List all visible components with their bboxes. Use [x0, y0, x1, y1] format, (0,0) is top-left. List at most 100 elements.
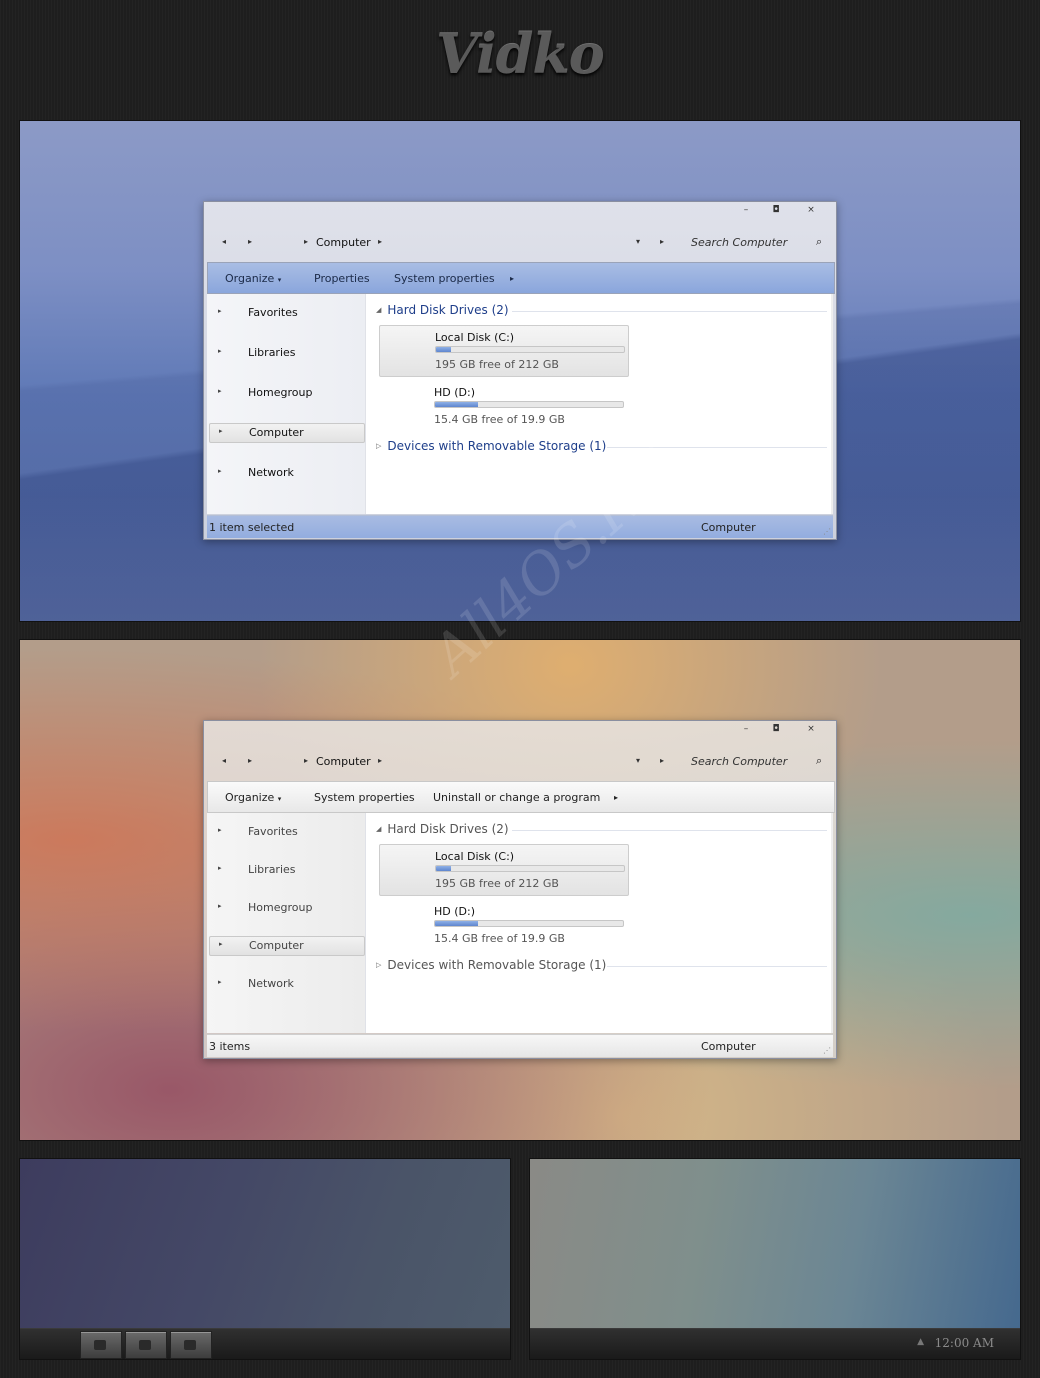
maximize-icon[interactable]: ◘ — [764, 204, 788, 216]
organize-button[interactable]: Organize ▾ — [225, 791, 281, 804]
expand-icon[interactable]: ▸ — [218, 467, 222, 475]
group-removable-storage[interactable]: ▷ Devices with Removable Storage (1) — [376, 439, 606, 453]
search-icon[interactable]: ⌕ — [816, 235, 822, 249]
breadcrumb-computer[interactable]: Computer — [316, 755, 371, 768]
drive-usage-bar — [434, 401, 624, 408]
scrollbar[interactable] — [831, 813, 833, 1033]
drive-free-space: 195 GB free of 212 GB — [435, 358, 559, 371]
group-hard-disk-drives[interactable]: ◢ Hard Disk Drives (2) — [376, 303, 509, 317]
drive-c[interactable]: Local Disk (C:) 195 GB free of 212 GB — [379, 844, 629, 896]
close-icon[interactable]: × — [799, 723, 823, 735]
sidebar-item-label: Homegroup — [248, 901, 313, 914]
expand-icon[interactable]: ▸ — [219, 427, 223, 435]
expand-icon[interactable]: ▸ — [218, 864, 222, 872]
desktop-preview-taskbar-left — [20, 1159, 510, 1359]
search-input[interactable]: Search Computer — [691, 755, 787, 768]
scrollbar[interactable] — [831, 294, 833, 514]
status-location: Computer — [701, 521, 756, 534]
status-selection: 1 item selected — [209, 521, 295, 534]
taskbar — [20, 1328, 510, 1359]
organize-button[interactable]: Organize ▾ — [225, 272, 281, 285]
taskbar-button[interactable] — [170, 1331, 212, 1359]
taskbar-button[interactable] — [80, 1331, 122, 1359]
navigation-pane: ▸ Favorites ▸ Libraries ▸ Homegroup ▸ Comput… — [207, 813, 366, 1033]
taskbar-clock[interactable]: 12:00 AM — [935, 1336, 994, 1350]
desktop-preview-pastel: – ◘ × ◂ ▸ ▸ Computer ▸ ▾ ▸ Search Comput… — [20, 640, 1020, 1140]
uninstall-program-button[interactable]: Uninstall or change a program — [433, 791, 600, 804]
close-icon[interactable]: × — [799, 204, 823, 216]
dropdown-icon[interactable]: ▾ — [636, 237, 640, 246]
page-title: Vidko — [436, 22, 605, 86]
breadcrumb-computer[interactable]: Computer — [316, 236, 371, 249]
sidebar-item-homegroup[interactable]: ▸ Homegroup — [209, 384, 363, 402]
status-bar: 3 items Computer ⋰ — [207, 1034, 833, 1057]
sidebar-item-label: Favorites — [248, 306, 298, 319]
properties-button[interactable]: Properties — [314, 272, 370, 285]
content-pane: ◢ Hard Disk Drives (2) Local Disk (C:) 19… — [367, 813, 833, 1033]
system-properties-button[interactable]: System properties — [394, 272, 495, 285]
explorer-body: ▸ Favorites ▸ Libraries ▸ Homegroup ▸ Comput… — [207, 813, 833, 1033]
status-bar: 1 item selected Computer ⋰ — [207, 515, 833, 538]
minimize-icon[interactable]: – — [734, 723, 758, 735]
organize-label: Organize — [225, 272, 275, 285]
sidebar-item-computer[interactable]: ▸ Computer — [209, 936, 365, 956]
expand-icon[interactable]: ▸ — [218, 902, 222, 910]
back-icon[interactable]: ◂ — [222, 237, 226, 246]
drive-usage-fill — [435, 921, 479, 926]
app-icon — [94, 1340, 106, 1350]
tray-expand-icon[interactable]: ▲ — [917, 1337, 924, 1347]
sidebar-item-favorites[interactable]: ▸ Favorites — [209, 304, 363, 322]
drive-name: HD (D:) — [434, 386, 475, 399]
expand-icon[interactable]: ▸ — [218, 307, 222, 315]
sidebar-item-computer[interactable]: ▸ Computer — [209, 423, 365, 443]
drive-name: Local Disk (C:) — [435, 331, 515, 344]
expand-icon[interactable]: ▸ — [218, 978, 222, 986]
resize-grip-icon[interactable]: ⋰ — [823, 1046, 831, 1055]
sidebar-item-network[interactable]: ▸ Network — [209, 464, 363, 482]
forward-icon[interactable]: ▸ — [248, 756, 252, 765]
group-hard-disk-drives[interactable]: ◢ Hard Disk Drives (2) — [376, 822, 509, 836]
breadcrumb-arrow-icon[interactable]: ▸ — [304, 237, 308, 246]
drive-usage-fill — [436, 347, 452, 352]
more-commands-icon[interactable]: ▸ — [614, 793, 618, 802]
breadcrumb-arrow-icon[interactable]: ▸ — [304, 756, 308, 765]
minimize-icon[interactable]: – — [734, 204, 758, 216]
explorer-window: – ◘ × ◂ ▸ ▸ Computer ▸ ▾ ▸ Search Comput… — [203, 201, 837, 540]
refresh-icon[interactable]: ▸ — [660, 237, 664, 246]
forward-icon[interactable]: ▸ — [248, 237, 252, 246]
drive-d[interactable]: HD (D:) 15.4 GB free of 19.9 GB — [379, 900, 627, 950]
sidebar-item-label: Libraries — [248, 863, 296, 876]
expand-icon[interactable]: ▸ — [218, 347, 222, 355]
organize-label: Organize — [225, 791, 275, 804]
breadcrumb-arrow-icon[interactable]: ▸ — [378, 756, 382, 765]
breadcrumb-arrow-icon[interactable]: ▸ — [378, 237, 382, 246]
back-icon[interactable]: ◂ — [222, 756, 226, 765]
sidebar-item-libraries[interactable]: ▸ Libraries — [209, 344, 363, 362]
app-icon — [139, 1340, 151, 1350]
maximize-icon[interactable]: ◘ — [764, 723, 788, 735]
drive-c[interactable]: Local Disk (C:) 195 GB free of 212 GB — [379, 325, 629, 377]
sidebar-item-libraries[interactable]: ▸ Libraries — [209, 861, 363, 879]
search-input[interactable]: Search Computer — [691, 236, 787, 249]
sidebar-item-homegroup[interactable]: ▸ Homegroup — [209, 899, 363, 917]
drive-free-space: 195 GB free of 212 GB — [435, 877, 559, 890]
sidebar-item-label: Computer — [249, 939, 304, 952]
taskbar-button[interactable] — [125, 1331, 167, 1359]
sidebar-item-network[interactable]: ▸ Network — [209, 975, 363, 993]
resize-grip-icon[interactable]: ⋰ — [823, 527, 831, 536]
search-icon[interactable]: ⌕ — [816, 754, 822, 768]
system-properties-button[interactable]: System properties — [314, 791, 415, 804]
refresh-icon[interactable]: ▸ — [660, 756, 664, 765]
app-icon — [184, 1340, 196, 1350]
expand-icon[interactable]: ▸ — [219, 940, 223, 948]
expand-icon[interactable]: ▸ — [218, 387, 222, 395]
more-commands-icon[interactable]: ▸ — [510, 274, 514, 283]
sidebar-item-favorites[interactable]: ▸ Favorites — [209, 823, 363, 841]
drive-d[interactable]: HD (D:) 15.4 GB free of 19.9 GB — [379, 381, 627, 431]
command-bar: Organize ▾ System properties Uninstall o… — [207, 781, 835, 813]
expand-icon[interactable]: ▸ — [218, 826, 222, 834]
group-removable-storage[interactable]: ▷ Devices with Removable Storage (1) — [376, 958, 606, 972]
dropdown-icon[interactable]: ▾ — [636, 756, 640, 765]
sidebar-item-label: Computer — [249, 426, 304, 439]
explorer-body: ▸ Favorites ▸ Libraries ▸ Homegroup ▸ Comput… — [207, 294, 833, 514]
